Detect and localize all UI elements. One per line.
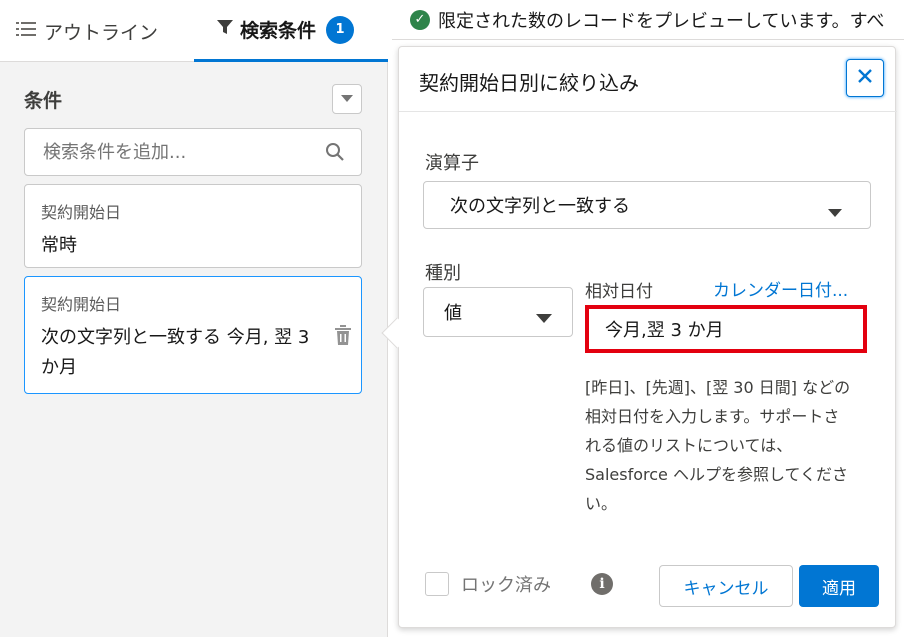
filter-edit-popover: 契約開始日別に絞り込み 演算子 次の文字列と一致する 種別 値 相対日付 カレン… xyxy=(398,46,897,628)
relative-date-input[interactable] xyxy=(589,318,849,340)
popover-divider xyxy=(399,111,897,112)
relative-date-field xyxy=(585,305,867,353)
lock-label: ロック済み xyxy=(461,575,551,596)
chevron-down-icon xyxy=(536,308,552,329)
list-icon xyxy=(16,20,36,42)
add-filter-search xyxy=(24,128,362,176)
conditions-heading: 条件 xyxy=(24,90,63,112)
preview-banner-text: 限定された数のレコードをプレビューしています。すべ xyxy=(438,10,885,32)
tab-filters[interactable]: 検索条件 1 xyxy=(194,0,388,62)
close-icon xyxy=(857,68,873,88)
search-icon xyxy=(325,142,345,166)
conditions-menu-button[interactable] xyxy=(332,84,362,114)
type-label: 種別 xyxy=(425,263,461,284)
filter-value: 次の文字列と一致する 今月, 翌 3 か月 xyxy=(41,327,310,378)
add-filter-input[interactable] xyxy=(25,141,305,163)
filter-value: 常時 xyxy=(41,235,77,256)
apply-button[interactable]: 適用 xyxy=(799,565,879,607)
popover-title: 契約開始日別に絞り込み xyxy=(419,71,639,95)
tab-outline-label: アウトライン xyxy=(44,21,159,44)
preview-banner: ✓ 限定された数のレコードをプレビューしています。すべ xyxy=(392,0,904,40)
filter-field-label: 契約開始日 xyxy=(41,295,122,314)
operator-label: 演算子 xyxy=(425,153,479,174)
lock-option: ロック済み xyxy=(425,571,551,597)
funnel-icon xyxy=(216,18,234,41)
filter-field-label: 契約開始日 xyxy=(41,203,122,222)
info-icon[interactable]: i xyxy=(591,573,613,595)
filter-count-badge: 1 xyxy=(326,15,355,44)
filter-card-anytime[interactable]: 契約開始日 常時 xyxy=(24,184,362,268)
panel-tabs: アウトライン 検索条件 1 xyxy=(0,0,388,62)
type-value: 値 xyxy=(444,303,462,324)
type-select[interactable]: 値 xyxy=(423,287,573,337)
close-button[interactable] xyxy=(846,59,884,97)
lock-checkbox[interactable] xyxy=(425,572,449,596)
filter-card-active[interactable]: 契約開始日 次の文字列と一致する 今月, 翌 3 か月 xyxy=(24,276,362,394)
relative-date-label: 相対日付 xyxy=(585,282,653,302)
calendar-date-link[interactable]: カレンダー日付... xyxy=(713,276,848,301)
chevron-down-icon xyxy=(341,91,353,107)
chevron-down-icon xyxy=(828,202,842,223)
operator-value: 次の文字列と一致する xyxy=(450,196,630,217)
relative-date-help: [昨日]、[先週]、[翌 30 日間] などの相対日付を入力します。サポートされ… xyxy=(585,378,851,513)
cancel-button[interactable]: キャンセル xyxy=(659,565,793,607)
tab-filters-label: 検索条件 xyxy=(240,20,317,42)
success-check-icon: ✓ xyxy=(410,9,430,30)
tab-outline[interactable]: アウトライン xyxy=(16,0,158,62)
filter-panel: アウトライン 検索条件 1 条件 契約開始日 常時 契約開始日 次の文字列と一致… xyxy=(0,0,388,637)
operator-select[interactable]: 次の文字列と一致する xyxy=(423,181,871,229)
trash-icon[interactable] xyxy=(335,325,351,349)
